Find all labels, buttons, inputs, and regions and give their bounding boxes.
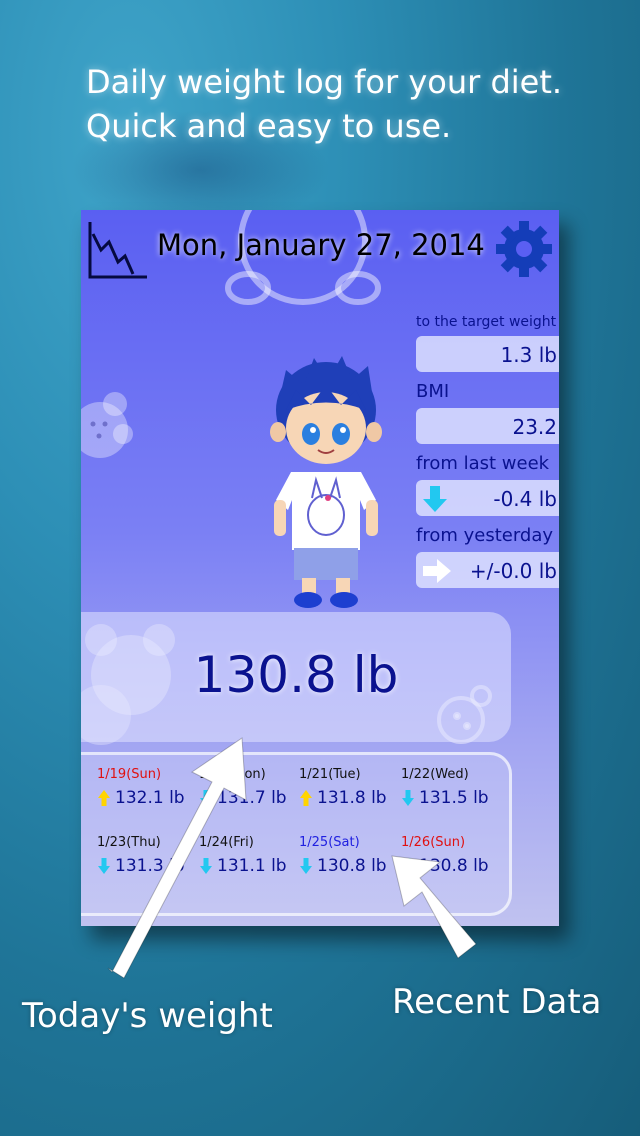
target-weight-label: to the target weight [416, 314, 557, 330]
recent-entry-weight: 131.8 lb [299, 788, 401, 808]
recent-entry-weight: 131.7 lb [199, 788, 301, 808]
down-arrow-icon [300, 858, 312, 874]
recent-data-panel[interactable]: 1/19(Sun) 132.1 lb 1/20(Mon) 131.7 lb 1/21(T… [81, 752, 512, 916]
recent-entry-date: 1/20(Mon) [199, 767, 266, 782]
current-date: Mon, January 27, 2014 [157, 228, 485, 262]
down-arrow-icon [402, 858, 414, 874]
recent-entry[interactable]: 1/20(Mon) 131.7 lb [199, 767, 301, 808]
last-week-box: -0.4 lb [416, 480, 559, 516]
recent-entry[interactable]: 1/22(Wed) 131.5 lb [401, 767, 503, 808]
last-week-value: -0.4 lb [493, 487, 557, 511]
promo-line-2: Quick and easy to use. [86, 107, 452, 145]
recent-entry-weight-text: 130.8 lb [317, 856, 387, 876]
recent-entry-date: 1/21(Tue) [299, 767, 361, 782]
yesterday-value: +/-0.0 lb [469, 559, 557, 583]
down-arrow-icon [200, 790, 212, 806]
recent-entry-weight-text: 131.3 lb [115, 856, 185, 876]
recent-entry[interactable]: 1/24(Fri) 131.1 lb [199, 835, 301, 876]
recent-entry-weight-text: 131.7 lb [217, 788, 287, 808]
recent-entry-weight: 131.1 lb [199, 856, 301, 876]
down-arrow-icon [402, 790, 414, 806]
recent-entry-weight-text: 131.8 lb [317, 788, 387, 808]
today-weight-panel[interactable]: 130.8 lb [81, 612, 511, 742]
recent-entry[interactable]: 1/21(Tue) 131.8 lb [299, 767, 401, 808]
recent-entry-date: 1/19(Sun) [97, 767, 162, 782]
recent-entry-date: 1/23(Thu) [97, 835, 161, 850]
target-weight-value: 1.3 lb [500, 343, 557, 367]
recent-entry-date: 1/24(Fri) [199, 835, 254, 850]
bmi-label: BMI [416, 381, 450, 402]
recent-entry[interactable]: 1/23(Thu) 131.3 lb [97, 835, 199, 876]
recent-entry-weight: 130.8 lb [299, 856, 401, 876]
down-arrow-icon [200, 858, 212, 874]
target-weight-box: 1.3 lb [416, 336, 559, 372]
recent-entry-date: 1/25(Sat) [299, 835, 360, 850]
bmi-box: 23.2 [416, 408, 559, 444]
last-week-label: from last week [416, 453, 550, 474]
up-arrow-icon [98, 790, 110, 806]
right-arrow-icon [423, 559, 451, 583]
bear-face-left [81, 392, 133, 458]
recent-entry-weight: 130.8 lb [401, 856, 503, 876]
recent-entry-weight-text: 131.1 lb [217, 856, 287, 876]
promo-line-1: Daily weight log for your diet. [86, 63, 563, 101]
app-screen: Mon, January 27, 2014 to the target weig… [81, 210, 559, 926]
down-arrow-icon [423, 486, 447, 512]
recent-entry-weight: 132.1 lb [97, 788, 199, 808]
down-arrow-icon [98, 858, 110, 874]
recent-entry-weight: 131.3 lb [97, 856, 199, 876]
weight-chart-icon[interactable] [87, 220, 149, 280]
recent-entry-weight: 131.5 lb [401, 788, 503, 808]
recent-entry-date: 1/26(Sun) [401, 835, 466, 850]
today-weight-callout: Today's weight [22, 996, 273, 1036]
recent-entry-weight-text: 132.1 lb [115, 788, 185, 808]
yesterday-label: from yesterday [416, 525, 554, 546]
recent-entry[interactable]: 1/26(Sun) 130.8 lb [401, 835, 503, 876]
up-arrow-icon [300, 790, 312, 806]
avatar-character[interactable] [256, 350, 396, 610]
gear-icon[interactable] [495, 220, 553, 278]
recent-entry[interactable]: 1/19(Sun) 132.1 lb [97, 767, 199, 808]
bmi-value: 23.2 [512, 415, 557, 439]
yesterday-box: +/-0.0 lb [416, 552, 559, 588]
recent-entry-weight-text: 130.8 lb [419, 856, 489, 876]
recent-entry[interactable]: 1/25(Sat) 130.8 lb [299, 835, 401, 876]
recent-entry-weight-text: 131.5 lb [419, 788, 489, 808]
promo-tagline: Daily weight log for your diet. Quick an… [86, 60, 562, 148]
recent-data-callout: Recent Data [392, 982, 602, 1022]
recent-entry-date: 1/22(Wed) [401, 767, 469, 782]
today-weight-value: 130.8 lb [193, 646, 399, 704]
